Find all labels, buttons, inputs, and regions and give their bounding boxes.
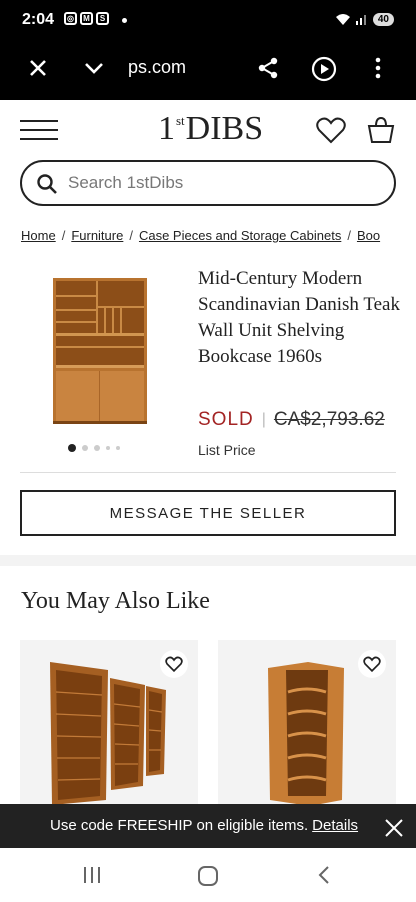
recent-apps-icon[interactable] xyxy=(82,865,102,885)
carousel-dot[interactable] xyxy=(106,446,110,450)
instagram-icon: ◎ xyxy=(64,12,77,25)
favorite-heart-button[interactable] xyxy=(358,650,386,678)
logo-one: 1 xyxy=(158,110,175,147)
url-text[interactable]: ps.com xyxy=(128,57,186,78)
more-vert-icon[interactable] xyxy=(374,56,382,80)
promo-text-wrap: Use code FREESHIP on eligible items. Deta… xyxy=(50,817,358,834)
share-icon[interactable] xyxy=(256,56,280,80)
breadcrumb-bookcases[interactable]: Boo xyxy=(357,228,380,243)
heart-icon xyxy=(165,656,183,672)
status-bar: 2:04 ◎ M S 40 xyxy=(0,0,416,42)
promo-details-link[interactable]: Details xyxy=(312,817,358,834)
menu-icon[interactable] xyxy=(20,120,58,140)
system-nav-bar xyxy=(0,848,416,902)
home-icon[interactable] xyxy=(197,865,219,887)
browser-toolbar: ps.com xyxy=(0,42,416,100)
back-icon[interactable] xyxy=(316,865,332,885)
breadcrumb-furniture[interactable]: Furniture xyxy=(71,228,123,243)
you-may-also-like-heading: You May Also Like xyxy=(21,588,210,614)
carousel-dot[interactable] xyxy=(94,445,100,451)
breadcrumb-case-pieces[interactable]: Case Pieces and Storage Cabinets xyxy=(139,228,341,243)
promo-text: Use code FREESHIP on eligible items. xyxy=(50,817,309,834)
notification-icons: ◎ M S xyxy=(64,12,109,25)
product-title: Mid-Century Modern Scandinavian Danish T… xyxy=(198,268,400,367)
carousel-dot[interactable] xyxy=(116,446,120,450)
shop-icon: S xyxy=(96,12,109,25)
heart-icon xyxy=(363,656,381,672)
breadcrumb-separator: / xyxy=(347,228,351,243)
carousel-dot[interactable] xyxy=(82,445,88,451)
status-right: 40 xyxy=(335,12,394,26)
chevron-down-icon[interactable] xyxy=(82,56,106,80)
close-icon[interactable] xyxy=(384,818,404,838)
cart-bag-icon[interactable] xyxy=(366,116,396,144)
section-divider xyxy=(0,555,416,566)
site-header: 1stDIBS xyxy=(0,100,416,160)
product-image[interactable] xyxy=(50,276,150,426)
message-seller-button[interactable]: MESSAGE THE SELLER xyxy=(20,490,396,536)
close-icon[interactable] xyxy=(26,56,50,80)
price-value: CA$2,793.62 xyxy=(273,409,385,430)
breadcrumb-separator: / xyxy=(129,228,133,243)
signal-icon xyxy=(355,15,366,25)
site-logo[interactable]: 1stDIBS xyxy=(158,110,263,148)
more-notifications-icon xyxy=(122,18,127,23)
wifi-icon xyxy=(335,14,350,25)
list-price-label: List Price xyxy=(198,442,256,458)
image-carousel-dots xyxy=(68,444,120,452)
search-icon xyxy=(37,174,57,194)
status-time: 2:04 xyxy=(22,11,55,28)
breadcrumb-home[interactable]: Home xyxy=(21,228,56,243)
promo-banner: Use code FREESHIP on eligible items. Deta… xyxy=(0,804,416,848)
breadcrumb: Home / Furniture / Case Pieces and Storage C… xyxy=(21,228,416,243)
search-box[interactable] xyxy=(20,160,396,206)
logo-main: DIBS xyxy=(185,110,264,147)
carousel-dot-active[interactable] xyxy=(68,444,76,452)
price-row: SOLD | CA$2,793.62 xyxy=(198,409,385,431)
play-icon[interactable] xyxy=(311,56,337,82)
favorites-heart-icon[interactable] xyxy=(316,116,346,144)
search-input[interactable] xyxy=(68,173,368,193)
logo-st: st xyxy=(176,113,185,128)
price-separator: | xyxy=(261,411,266,428)
breadcrumb-separator: / xyxy=(61,228,66,243)
sold-label: SOLD xyxy=(198,409,254,430)
mail-icon: M xyxy=(80,12,93,25)
divider xyxy=(20,472,396,473)
favorite-heart-button[interactable] xyxy=(160,650,188,678)
battery-indicator: 40 xyxy=(372,12,394,26)
